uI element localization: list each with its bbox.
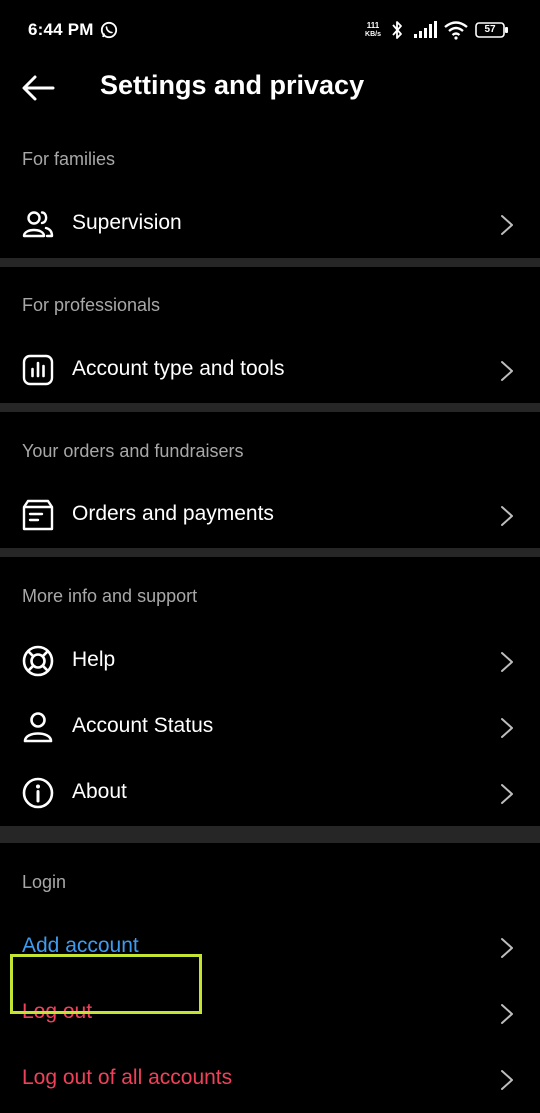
whatsapp-icon (100, 21, 118, 39)
page-title: Settings and privacy (100, 70, 365, 100)
bar-chart-icon (22, 354, 54, 386)
supervision-label: Supervision (72, 211, 182, 234)
wifi-icon (444, 21, 468, 40)
lifebuoy-icon (22, 645, 54, 677)
chevron-right-icon (501, 652, 513, 672)
signal-icon (414, 21, 437, 38)
log-out-all-label: Log out of all accounts (22, 1066, 233, 1089)
log-out-all-row[interactable]: Log out of all accounts (0, 1049, 540, 1109)
network-speed-value: 111 (366, 21, 380, 30)
chevron-right-icon (501, 1004, 513, 1024)
section-label-support: More info and support (22, 586, 198, 606)
section-divider (0, 826, 540, 843)
orders-payments-label: Orders and payments (72, 502, 274, 525)
account-type-tools-label: Account type and tools (72, 357, 285, 380)
account-type-tools-row[interactable]: Account type and tools (0, 340, 540, 400)
help-label: Help (72, 648, 116, 671)
header: Settings and privacy (0, 60, 540, 116)
person-icon (23, 712, 53, 743)
bluetooth-icon (392, 21, 402, 39)
orders-payments-row[interactable]: Orders and payments (0, 485, 540, 545)
section-label-orders: Your orders and fundraisers (22, 441, 244, 461)
account-status-label: Account Status (72, 714, 214, 737)
help-row[interactable]: Help (0, 631, 540, 691)
supervision-row[interactable]: Supervision (0, 194, 540, 254)
arrow-left-icon[interactable] (20, 72, 56, 104)
about-row[interactable]: About (0, 763, 540, 823)
account-status-row[interactable]: Account Status (0, 697, 540, 757)
chevron-right-icon (501, 506, 513, 526)
chevron-right-icon (501, 361, 513, 381)
battery-indicator: 57 (475, 22, 509, 38)
section-label-families: For families (22, 149, 116, 169)
chevron-right-icon (501, 1070, 513, 1090)
chevron-right-icon (501, 784, 513, 804)
chevron-right-icon (501, 938, 513, 958)
chevron-right-icon (501, 215, 513, 235)
section-label-login: Login (22, 872, 67, 892)
section-label-professionals: For professionals (22, 295, 161, 315)
section-divider (0, 258, 540, 267)
supervision-icon (22, 211, 54, 238)
section-divider (0, 548, 540, 557)
about-label: About (72, 780, 127, 803)
network-speed: 111 KB/s (362, 21, 384, 39)
battery-level: 57 (484, 24, 496, 35)
status-time: 6:44 PM (28, 20, 94, 39)
info-icon (22, 777, 54, 809)
chevron-right-icon (501, 718, 513, 738)
orders-icon (22, 499, 54, 531)
network-speed-unit: KB/s (365, 31, 381, 38)
section-divider (0, 403, 540, 412)
log-out-highlight (10, 954, 202, 1014)
status-bar: 6:44 PM 111 KB/s 57 (0, 0, 540, 60)
